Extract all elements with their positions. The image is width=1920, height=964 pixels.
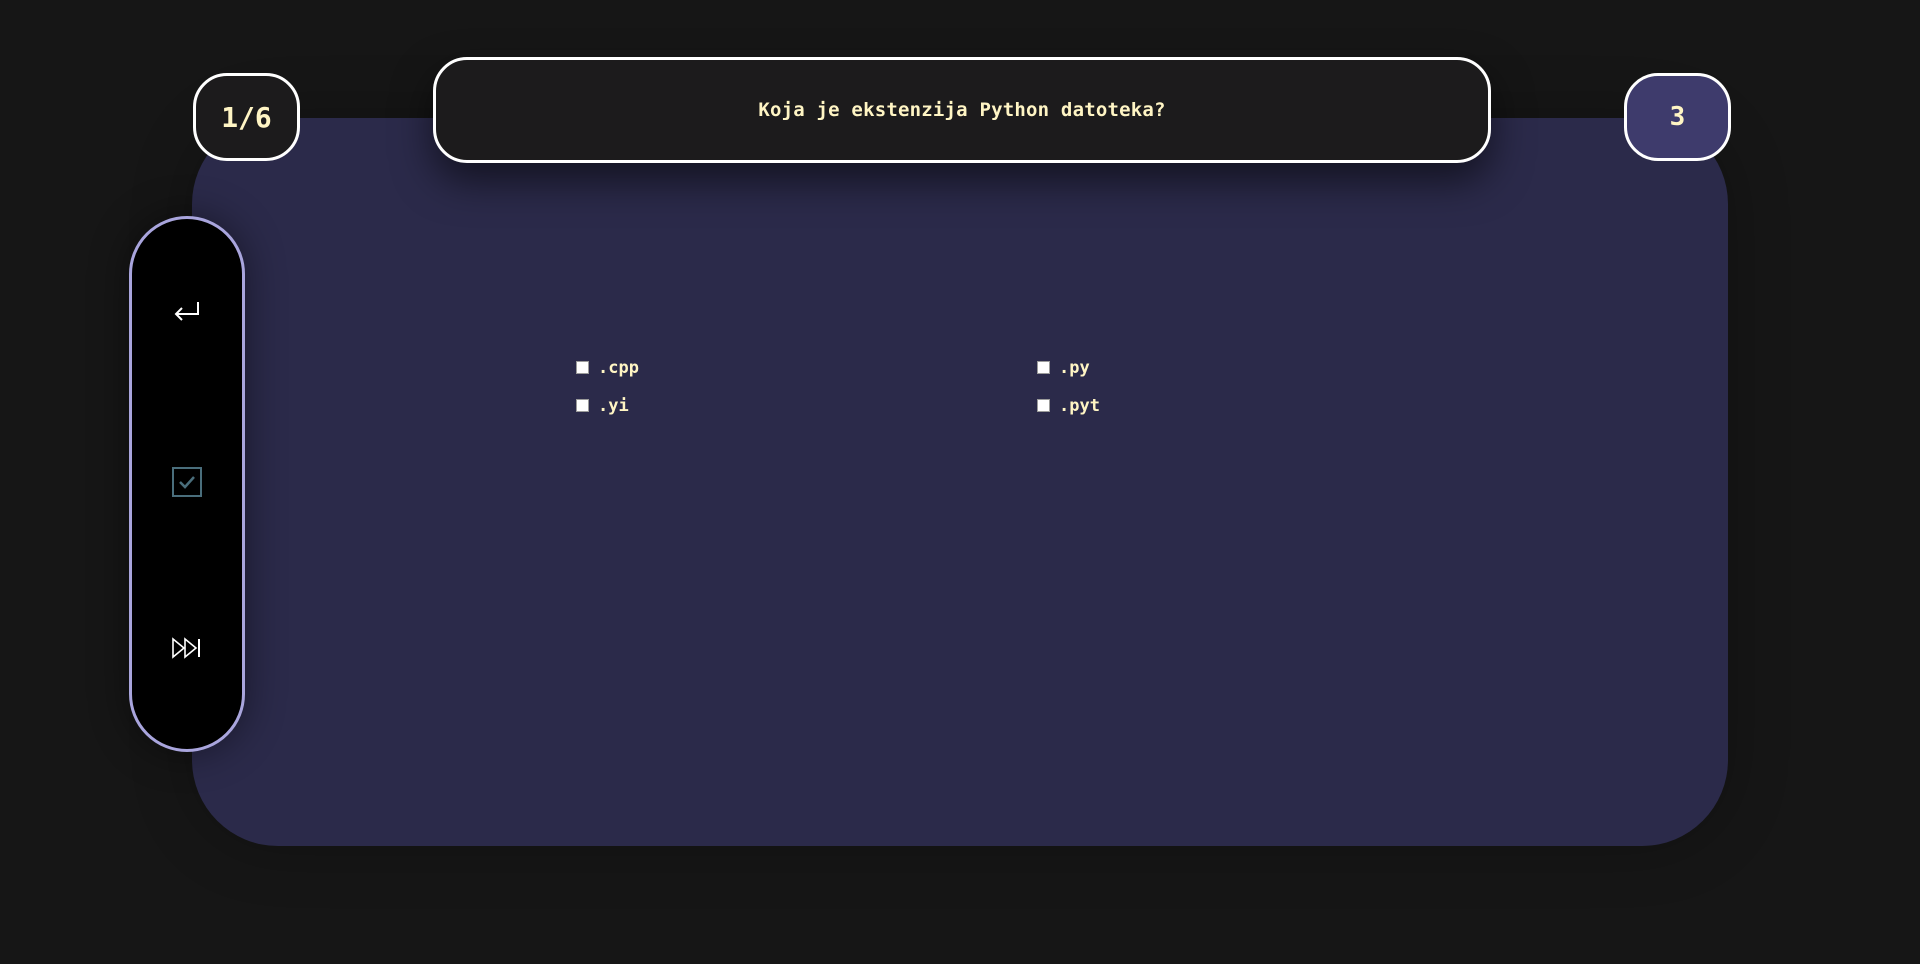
question-counter-text: 1/6 <box>221 100 272 134</box>
answer-label: .cpp <box>598 357 639 378</box>
answer-option-pyt[interactable]: .pyt <box>1037 394 1237 417</box>
quiz-screen: 1/6 Koja je ekstenzija Python datoteka? … <box>0 0 1920 964</box>
answer-option-cpp[interactable]: .cpp <box>576 356 1037 379</box>
score-text: 3 <box>1669 102 1686 132</box>
back-button[interactable] <box>165 291 209 335</box>
answer-option-py[interactable]: .py <box>1037 356 1237 379</box>
answer-label: .pyt <box>1059 395 1100 416</box>
question-counter: 1/6 <box>193 73 300 161</box>
checkbox-check-icon <box>172 467 202 497</box>
answer-checkbox[interactable] <box>1037 399 1050 412</box>
score-badge: 3 <box>1624 73 1731 161</box>
skip-button[interactable] <box>165 626 209 670</box>
question-text: Koja je ekstenzija Python datoteka? <box>758 99 1166 121</box>
answer-checkbox[interactable] <box>1037 361 1050 374</box>
fast-forward-icon <box>172 637 200 659</box>
action-sidebar <box>129 216 245 752</box>
quiz-card <box>192 118 1728 846</box>
answer-checkbox[interactable] <box>576 361 589 374</box>
question-box: Koja je ekstenzija Python datoteka? <box>433 57 1491 163</box>
answer-label: .yi <box>598 395 629 416</box>
answer-option-yi[interactable]: .yi <box>576 394 1037 417</box>
check-answer-button[interactable] <box>165 460 209 504</box>
answers-grid: .cpp .py .yi .pyt <box>576 356 1176 417</box>
return-arrow-icon <box>174 302 199 321</box>
answer-checkbox[interactable] <box>576 399 589 412</box>
answer-label: .py <box>1059 357 1090 378</box>
